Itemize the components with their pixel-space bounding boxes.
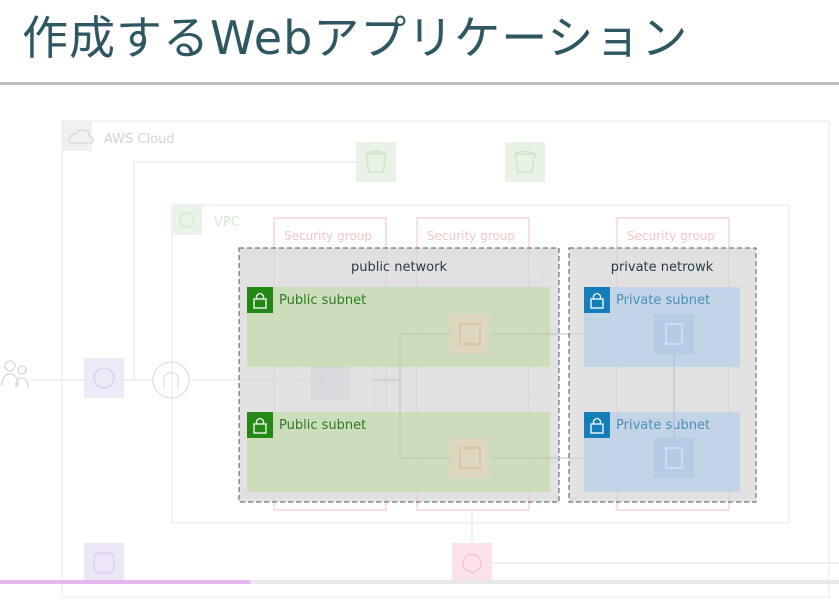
bucket-icon bbox=[505, 142, 545, 182]
lock-icon-box bbox=[247, 412, 273, 438]
ec2-instance-icon bbox=[450, 438, 490, 478]
public-subnet-label: Public subnet bbox=[279, 418, 366, 433]
route53-icon bbox=[84, 358, 124, 398]
public-network-label: public network bbox=[351, 260, 448, 275]
private-network-group: private netrowk Private subnet Private s… bbox=[568, 247, 757, 503]
internet-gateway-icon bbox=[152, 361, 190, 399]
cloudwatch-icon bbox=[452, 543, 492, 583]
aws-cloud-icon bbox=[62, 121, 92, 151]
public-network-group: public network Availability Zone Public … bbox=[238, 247, 584, 503]
progress-accent bbox=[0, 580, 250, 584]
private-subnet-label: Private subnet bbox=[616, 418, 710, 433]
architecture-diagram: AWS Cloud VPC Security group Security gr… bbox=[0, 120, 839, 598]
gateway-glyph bbox=[163, 371, 179, 388]
private-subnet-label: Private subnet bbox=[616, 293, 710, 308]
rds-instance-icon bbox=[654, 438, 694, 478]
security-group-label: Security group bbox=[427, 229, 515, 243]
security-group-label: Security group bbox=[627, 229, 715, 243]
aws-cloud-label: AWS Cloud bbox=[104, 132, 175, 147]
page-title: 作成するWebアプリケーション bbox=[22, 11, 689, 65]
iam-icon bbox=[84, 543, 124, 583]
private-network-label: private netrowk bbox=[611, 260, 714, 275]
rds-instance-icon bbox=[654, 314, 694, 354]
lock-icon-box bbox=[584, 412, 610, 438]
users-icon bbox=[1, 360, 29, 389]
title-divider bbox=[0, 82, 839, 85]
lock-icon-box bbox=[247, 287, 273, 313]
availability-zone-label: Availability Zone bbox=[440, 392, 540, 406]
security-group-label: Security group bbox=[284, 229, 372, 243]
availability-zone-label: Availability Zone bbox=[440, 268, 540, 282]
public-subnet-label: Public subnet bbox=[279, 293, 366, 308]
lock-icon-box bbox=[584, 287, 610, 313]
vpc-label: VPC bbox=[214, 215, 240, 230]
ec2-instance-icon bbox=[450, 314, 490, 354]
vpc-icon bbox=[172, 205, 202, 235]
bucket-icon bbox=[356, 142, 396, 182]
